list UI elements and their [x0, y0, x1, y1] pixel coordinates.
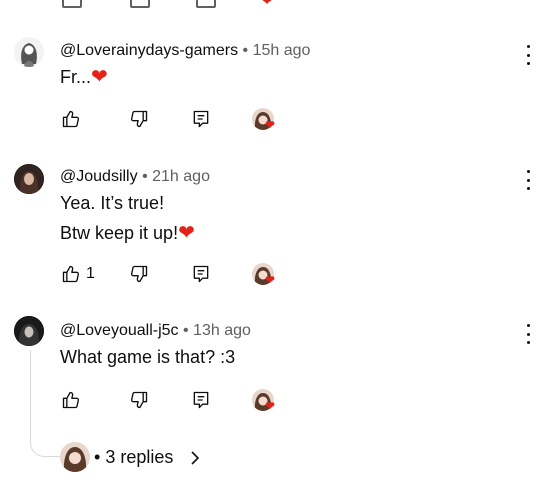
comment-actions: ❤ — [60, 389, 300, 413]
thumbs-down-icon — [130, 110, 148, 128]
comment-text: What game is that? :3 — [60, 342, 235, 372]
thumbs-up-icon — [62, 391, 80, 409]
more-actions-button[interactable] — [520, 170, 536, 190]
avatar[interactable] — [14, 164, 44, 194]
red-heart-emoji-icon: ❤ — [91, 66, 108, 88]
reply-thread-line — [30, 350, 61, 457]
comment-text: Fr...❤ — [60, 62, 108, 92]
like-button[interactable] — [60, 108, 82, 130]
avatar[interactable] — [14, 316, 44, 346]
more-actions-button[interactable] — [520, 324, 536, 344]
meta-separator: • — [242, 42, 249, 59]
comment-time[interactable]: 15h ago — [253, 42, 311, 59]
dislike-button[interactable] — [128, 389, 150, 411]
comment-line: Fr... — [60, 67, 91, 87]
comment-actions: ❤ — [60, 108, 300, 132]
replies-dot: • — [94, 447, 101, 467]
like-button[interactable] — [60, 389, 82, 411]
thumbs-up-icon — [62, 0, 82, 8]
replies-count: 3 replies — [105, 447, 174, 467]
thumbs-down-icon — [130, 391, 148, 409]
chevron-right-icon — [190, 450, 200, 471]
author-handle[interactable]: @Joudsilly — [60, 168, 138, 185]
dislike-button[interactable] — [128, 263, 150, 285]
creator-heart-icon: ❤ — [265, 399, 276, 413]
thumbs-up-icon — [62, 110, 80, 128]
comment-time[interactable]: 21h ago — [152, 168, 210, 185]
reply-comment-icon — [196, 0, 216, 8]
thumbs-up-icon — [62, 265, 80, 283]
creator-heart-icon: ❤ — [265, 273, 276, 287]
creator-heart-icon: ❤ — [262, 0, 273, 8]
meta-separator: • — [142, 168, 148, 185]
comment-text: Yea. It’s true! Btw keep it up!❤ — [60, 188, 195, 248]
comment-time[interactable]: 13h ago — [193, 322, 251, 339]
like-button[interactable] — [60, 263, 82, 285]
thumbs-down-icon — [130, 0, 150, 8]
comment-line-with-emoji: Btw keep it up!❤ — [60, 218, 195, 248]
previous-comment-actions-cropped: ❤ — [0, 0, 560, 8]
meta-separator: • — [182, 322, 189, 339]
comment-line: Btw keep it up! — [60, 223, 179, 243]
thumbs-down-icon — [130, 265, 148, 283]
comment-line: What game is that? :3 — [60, 347, 236, 367]
reply-comment-icon — [193, 391, 209, 409]
more-actions-button[interactable] — [520, 45, 536, 65]
reply-comment-icon — [193, 265, 209, 283]
replier-avatar — [60, 442, 90, 472]
replies-label: • 3 replies — [94, 447, 173, 468]
comment-line: Yea. It’s true! — [60, 193, 165, 213]
comment-meta: @Loverainydays-gamers • 15h ago — [60, 42, 310, 60]
creator-heart-icon: ❤ — [265, 118, 276, 132]
reply-button[interactable] — [190, 263, 212, 285]
reply-button[interactable] — [190, 108, 212, 130]
comment-meta: @Loveyouall-j5c • 13h ago — [60, 322, 251, 340]
red-heart-emoji-icon: ❤ — [178, 222, 195, 244]
like-count: 1 — [86, 265, 95, 282]
comment-actions: 1 ❤ — [60, 263, 300, 287]
dislike-button[interactable] — [128, 108, 150, 130]
avatar[interactable] — [14, 37, 44, 67]
author-handle[interactable]: @Loverainydays-gamers — [60, 42, 238, 59]
reply-button[interactable] — [190, 389, 212, 411]
author-handle[interactable]: @Loveyouall-j5c — [60, 322, 179, 339]
comment-meta: @Joudsilly • 21h ago — [60, 168, 210, 186]
reply-comment-icon — [193, 110, 209, 128]
